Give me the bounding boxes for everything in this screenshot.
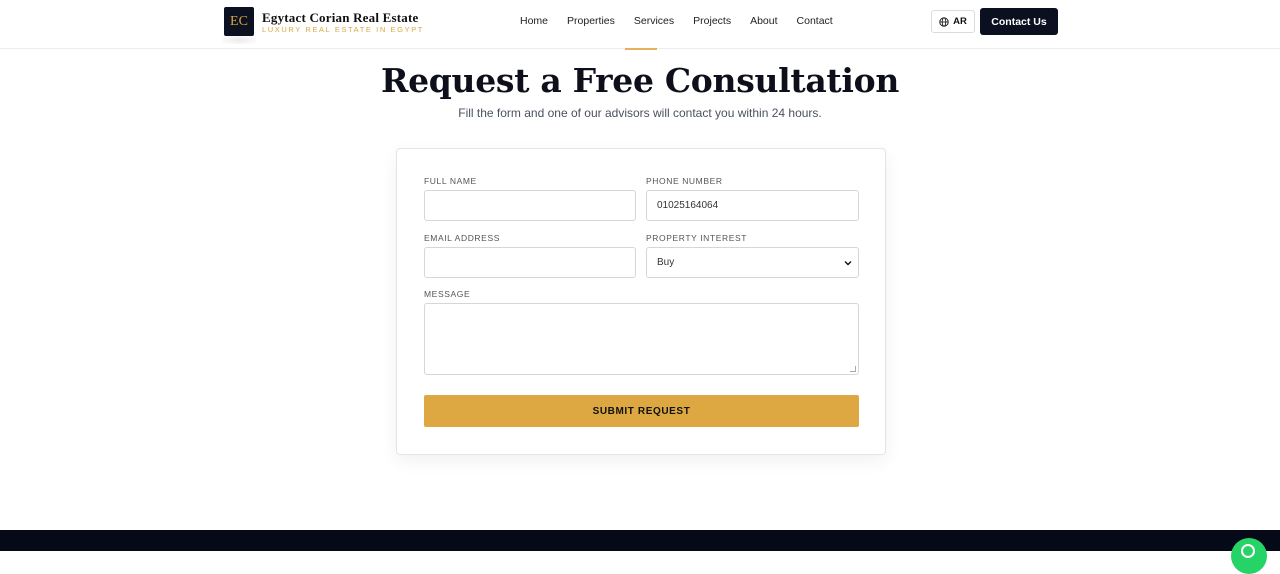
page-subtitle: Fill the form and one of our advisors wi… [458, 106, 822, 120]
nav-item-about[interactable]: About [750, 15, 777, 27]
nav-item-properties[interactable]: Properties [567, 15, 615, 27]
submit-request-button[interactable]: SUBMIT REQUEST [424, 395, 859, 427]
logo-mark[interactable]: EC [224, 7, 254, 36]
property-interest-label: PROPERTY INTEREST [646, 233, 748, 243]
language-toggle-button[interactable]: AR [931, 10, 975, 33]
whatsapp-float-button[interactable] [1231, 538, 1267, 574]
page-title: Request a Free Consultation [380, 61, 900, 100]
logo-shadow [222, 36, 256, 44]
full-name-field[interactable] [424, 190, 636, 221]
email-address-field[interactable] [424, 247, 636, 278]
site-footer [0, 530, 1280, 551]
brand-name[interactable]: Egytact Corian Real Estate [262, 10, 418, 26]
main-nav: Home Properties Services Projects About … [520, 15, 852, 27]
nav-item-services[interactable]: Services [634, 15, 674, 27]
contact-us-button[interactable]: Contact Us [980, 8, 1058, 35]
language-label: AR [953, 16, 967, 27]
nav-item-contact[interactable]: Contact [797, 15, 833, 27]
brand-tagline: LUXURY REAL ESTATE IN EGYPT [262, 25, 424, 34]
property-interest-select[interactable]: Buy [646, 247, 859, 278]
nav-item-projects[interactable]: Projects [693, 15, 731, 27]
whatsapp-icon [1241, 544, 1255, 558]
message-textarea[interactable] [424, 303, 859, 375]
phone-number-label: PHONE NUMBER [646, 176, 723, 186]
section-accent-line [625, 48, 657, 50]
message-label: MESSAGE [424, 289, 471, 299]
site-header: EC Egytact Corian Real Estate LUXURY REA… [0, 0, 1280, 49]
consultation-form: FULL NAME PHONE NUMBER 01025164064 EMAIL… [396, 148, 886, 455]
nav-item-home[interactable]: Home [520, 15, 548, 27]
property-interest-value: Buy [657, 257, 675, 268]
chevron-down-icon [844, 260, 852, 265]
resize-handle-icon[interactable] [850, 366, 856, 372]
globe-icon [939, 16, 949, 27]
email-address-label: EMAIL ADDRESS [424, 233, 500, 243]
full-name-label: FULL NAME [424, 176, 477, 186]
phone-number-field[interactable]: 01025164064 [646, 190, 859, 221]
